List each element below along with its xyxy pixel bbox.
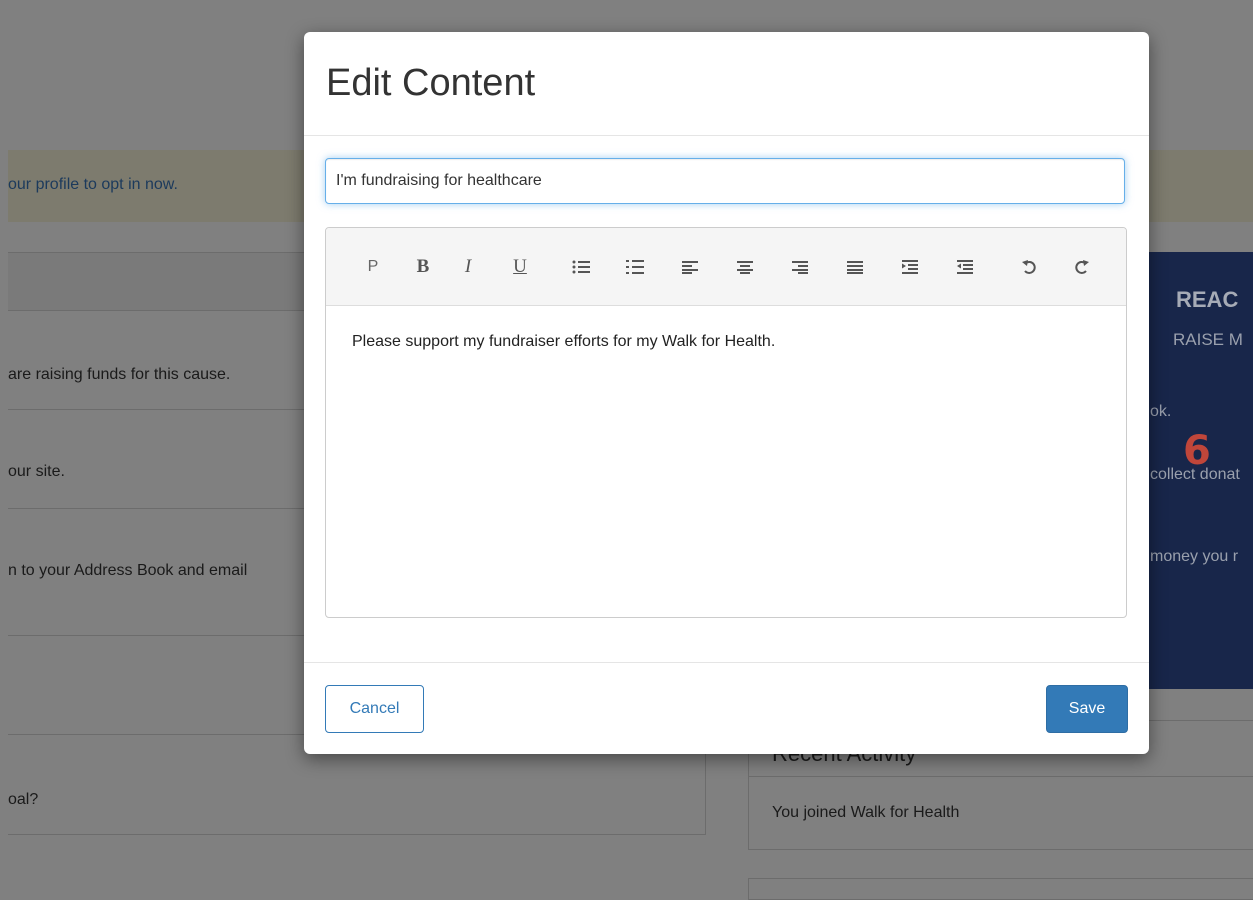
modal-footer: Cancel Save	[304, 662, 1149, 755]
promo-line: ok.	[1150, 403, 1172, 420]
divider	[748, 776, 1253, 777]
save-button[interactable]: Save	[1046, 685, 1128, 733]
bullet-list-icon[interactable]	[566, 250, 596, 284]
left-row-text: our site.	[8, 463, 65, 480]
align-left-icon[interactable]	[675, 250, 705, 284]
left-row-text: n to your Address Book and email	[8, 562, 248, 579]
bottom-panel	[748, 878, 1253, 900]
promo-title: REAC	[1176, 287, 1239, 312]
cancel-button[interactable]: Cancel	[325, 685, 424, 733]
align-right-icon[interactable]	[785, 250, 815, 284]
modal-title: Edit Content	[326, 62, 536, 104]
bold-button[interactable]: B	[408, 250, 438, 284]
undo-icon[interactable]	[1014, 250, 1044, 284]
edit-content-modal: Edit Content P B I U	[304, 32, 1149, 754]
left-row-text: are raising funds for this cause.	[8, 366, 231, 383]
activity-item: You joined Walk for Health	[772, 804, 960, 821]
content-title-input[interactable]	[325, 158, 1125, 204]
modal-header: Edit Content	[304, 32, 1149, 136]
rich-text-editor: P B I U Please support my fundraiser eff…	[325, 227, 1127, 618]
numbered-list-icon[interactable]	[620, 250, 650, 284]
editor-toolbar: P B I U	[326, 228, 1126, 306]
redo-icon[interactable]	[1067, 250, 1097, 284]
underline-button[interactable]: U	[505, 250, 535, 284]
step-number-badge: 6	[1183, 428, 1211, 474]
goal-question-text: oal?	[8, 791, 39, 808]
align-justify-icon[interactable]	[840, 250, 870, 284]
outdent-icon[interactable]	[950, 250, 980, 284]
indent-icon[interactable]	[895, 250, 925, 284]
editor-content-area[interactable]: Please support my fundraiser efforts for…	[326, 306, 1126, 617]
paragraph-button[interactable]: P	[358, 250, 388, 284]
align-center-icon[interactable]	[730, 250, 760, 284]
opt-in-alert-text: our profile to opt in now.	[8, 176, 178, 193]
promo-subtitle: RAISE M	[1173, 330, 1243, 349]
italic-button[interactable]: I	[453, 250, 483, 284]
promo-line: money you r	[1150, 548, 1239, 565]
